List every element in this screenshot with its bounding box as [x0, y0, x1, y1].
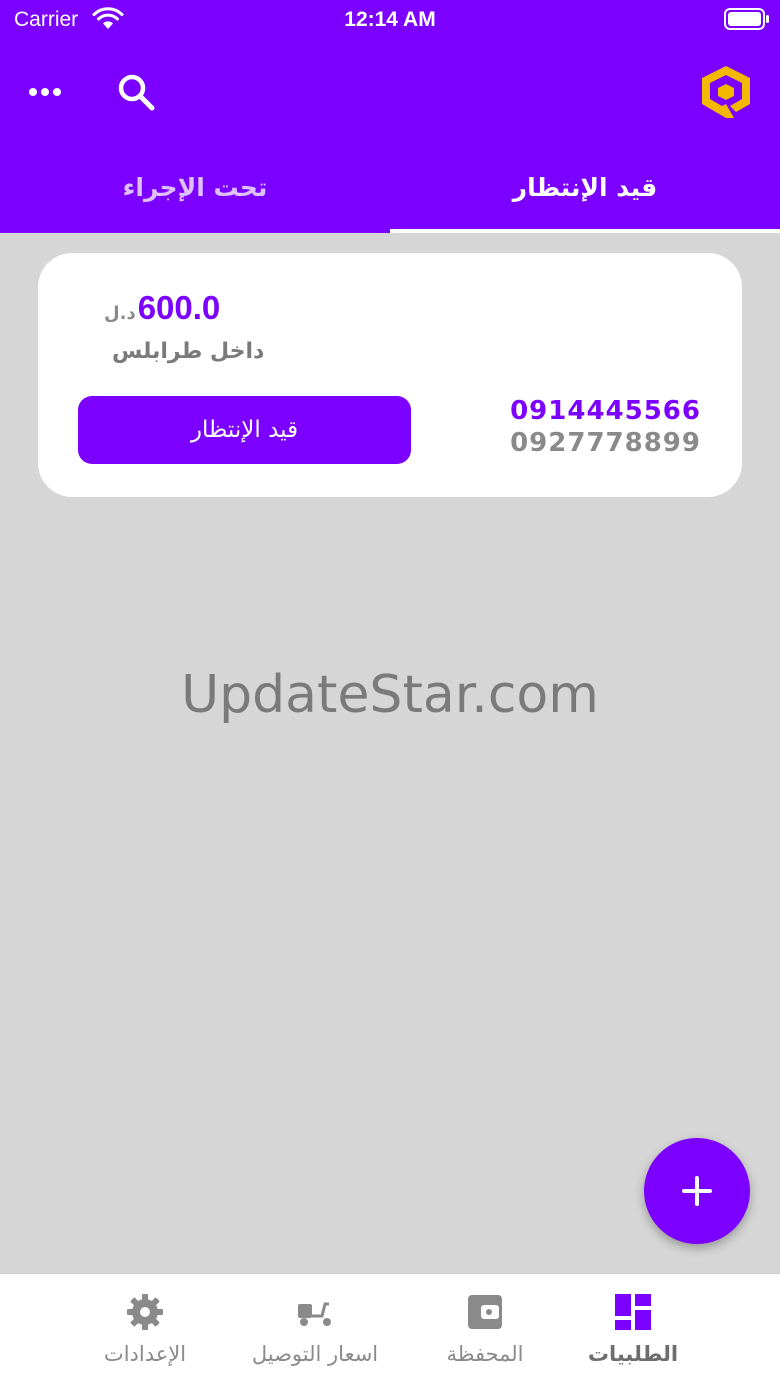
- more-icon[interactable]: [26, 80, 66, 104]
- order-status-tabs: قيد الإنتظار تحت الإجراء: [0, 145, 780, 233]
- tab-pending[interactable]: قيد الإنتظار: [390, 145, 780, 233]
- app-header: Carrier 12:14 AM قيد الإنتظار تحت الإجرا…: [0, 0, 780, 233]
- nav-item-orders[interactable]: الطلبيات: [548, 1274, 718, 1387]
- nav-label-orders: الطلبيات: [587, 1342, 679, 1366]
- order-price: 600.0: [137, 289, 221, 326]
- nav-item-settings[interactable]: الإعدادات: [60, 1274, 230, 1387]
- wallet-icon: [468, 1295, 502, 1329]
- battery-icon: [724, 8, 769, 30]
- nav-label-settings: الإعدادات: [103, 1342, 187, 1366]
- status-bar: Carrier 12:14 AM: [0, 0, 780, 40]
- tab-in-progress[interactable]: تحت الإجراء: [0, 145, 390, 233]
- active-tab-indicator: [390, 229, 780, 233]
- gear-icon: [127, 1294, 163, 1330]
- delivery-area: داخل طرابلس: [112, 339, 265, 364]
- orders-grid-icon: [615, 1294, 651, 1330]
- watermark-text: UpdateStar.com: [181, 665, 599, 725]
- order-price-row: د.ل 600.0: [104, 289, 220, 329]
- search-icon[interactable]: [114, 70, 158, 114]
- add-order-button[interactable]: [644, 1138, 750, 1244]
- order-status-button[interactable]: قيد الإنتظار: [78, 396, 411, 464]
- plus-icon: [682, 1176, 712, 1206]
- currency-label: د.ل: [104, 303, 136, 324]
- delivery-scooter-icon: [298, 1302, 331, 1326]
- logo-icon: [702, 66, 750, 118]
- nav-item-delivery-prices[interactable]: اسعار التوصيل: [230, 1274, 400, 1387]
- nav-item-wallet[interactable]: المحفظة: [400, 1274, 570, 1387]
- order-card[interactable]: د.ل 600.0 داخل طرابلس قيد الإنتظار 09144…: [38, 253, 742, 497]
- phone-primary: 0914445566: [510, 396, 701, 426]
- phone-secondary: 0927778899: [510, 428, 701, 458]
- status-time: 12:14 AM: [344, 8, 436, 31]
- nav-label-delivery-prices: اسعار التوصيل: [251, 1342, 379, 1366]
- nav-label-wallet: المحفظة: [446, 1342, 524, 1366]
- bottom-navigation: الطلبيات المحفظة اسعار التوصيل الإعدادات: [0, 1273, 780, 1387]
